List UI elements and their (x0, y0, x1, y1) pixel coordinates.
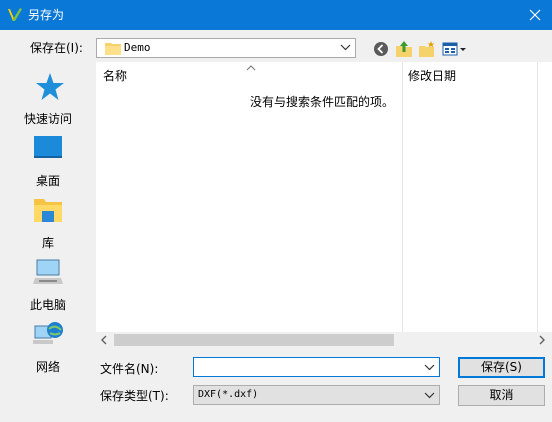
place-library[interactable]: 库 (0, 196, 96, 252)
close-icon (529, 9, 541, 21)
window-title: 另存为 (28, 8, 65, 22)
save-button[interactable]: 保存(S) (458, 357, 545, 378)
folder-icon (105, 43, 121, 55)
sort-ascending-icon (246, 65, 256, 71)
new-folder-icon[interactable] (418, 40, 436, 58)
up-folder-icon[interactable] (395, 40, 413, 58)
place-desktop[interactable]: 桌面 (0, 134, 96, 190)
desktop-icon (34, 136, 62, 158)
back-icon[interactable] (372, 40, 390, 58)
place-quick-access[interactable]: 快速访问 (0, 72, 96, 128)
scroll-left-icon[interactable] (100, 335, 108, 345)
place-label: 快速访问 (23, 112, 72, 126)
filetype-dropdown[interactable]: DXF(*.dxf) (193, 385, 440, 405)
filename-input[interactable] (193, 357, 440, 377)
scrollbar-thumb[interactable] (114, 334, 394, 346)
place-label: 桌面 (35, 174, 60, 188)
column-header-modified[interactable]: 修改日期 (408, 62, 456, 90)
file-list[interactable]: 名称 修改日期 没有与搜索条件匹配的项。 (96, 62, 552, 348)
scroll-right-icon[interactable] (538, 335, 546, 345)
place-network[interactable]: 网络 (0, 320, 96, 376)
chevron-down-icon (340, 44, 351, 51)
chevron-down-icon (424, 392, 435, 399)
chevron-down-icon[interactable] (424, 362, 435, 373)
quick-access-icon (36, 73, 64, 100)
app-logo-icon (8, 8, 22, 21)
place-label: 网络 (35, 360, 60, 374)
cancel-button[interactable]: 取消 (458, 385, 545, 406)
place-label: 此电脑 (29, 298, 66, 312)
filetype-label: 保存类型(T): (100, 389, 169, 403)
filetype-value: DXF(*.dxf) (198, 389, 259, 400)
save-in-value: Demo (124, 41, 151, 54)
title-bar: 另存为 (0, 0, 552, 30)
library-icon (34, 199, 62, 222)
network-icon (33, 322, 63, 344)
empty-message: 没有与搜索条件匹配的项。 (250, 95, 395, 109)
column-header-name[interactable]: 名称 (103, 62, 127, 90)
close-button[interactable] (518, 0, 552, 30)
view-menu-icon[interactable] (442, 40, 468, 58)
column-divider (402, 62, 403, 332)
save-in-dropdown[interactable]: Demo (96, 38, 356, 58)
place-label: 库 (41, 236, 54, 250)
place-this-pc[interactable]: 此电脑 (0, 258, 96, 314)
this-pc-icon (33, 259, 63, 284)
horizontal-scrollbar[interactable] (96, 332, 552, 348)
column-divider (537, 62, 538, 332)
filename-label: 文件名(N): (100, 362, 159, 376)
save-in-label: 保存在(I): (30, 41, 83, 55)
places-bar: 快速访问 桌面 库 此电脑 网络 (0, 62, 96, 392)
